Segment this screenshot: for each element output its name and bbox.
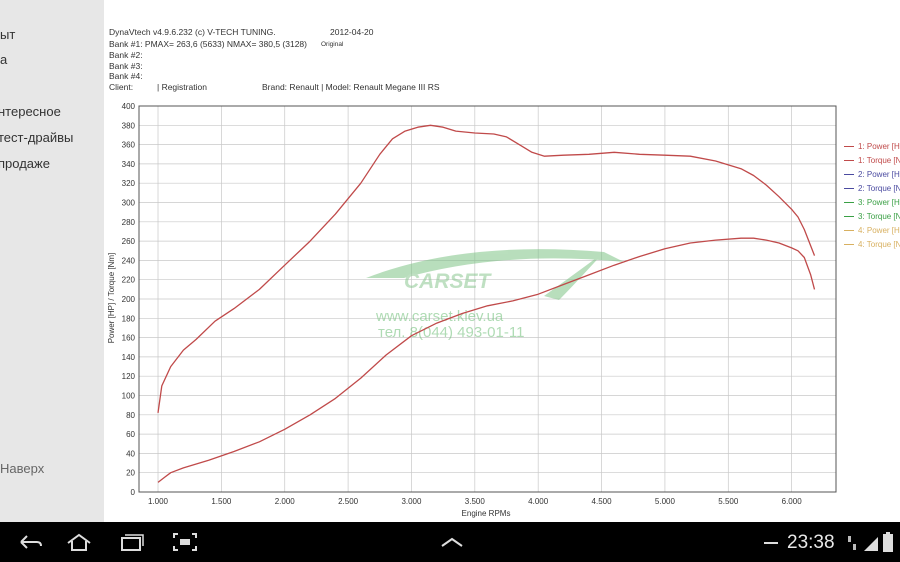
y-tick-label: 80 (126, 411, 135, 420)
y-tick-label: 320 (122, 179, 136, 188)
legend-item: 4: Power [H (844, 226, 900, 235)
x-tick-label: 5.500 (718, 497, 739, 506)
y-tick-label: 0 (131, 488, 136, 497)
legend-swatch (844, 146, 854, 148)
y-tick-label: 240 (122, 256, 136, 265)
y-axis-label: Power [HP] / Torque [Nm] (107, 253, 116, 344)
y-tick-label: 200 (122, 295, 136, 304)
chart-grid (139, 105, 836, 493)
recent-apps-icon[interactable] (116, 531, 146, 553)
sidebar: ыт а нтересное тест-драйвы продаже Навер… (0, 0, 105, 522)
system-navigation-bar: 23:38 (0, 522, 900, 562)
sidebar-item-partial-2[interactable]: а (0, 52, 7, 67)
back-to-top-link[interactable]: Наверх (0, 461, 44, 476)
x-tick-label: 5.000 (655, 497, 676, 506)
y-tick-label: 220 (122, 276, 136, 285)
back-icon[interactable] (15, 531, 45, 553)
sidebar-item-test-drives[interactable]: тест-драйвы (0, 130, 73, 145)
legend-swatch (844, 244, 854, 246)
y-tick-label: 40 (126, 449, 135, 458)
y-tick-label: 100 (122, 392, 136, 401)
legend-item: 4: Torque [N (844, 240, 900, 249)
y-tick-label: 380 (122, 121, 136, 130)
legend-label: 4: Torque [N (858, 240, 900, 249)
battery-icon (883, 532, 893, 552)
legend-label: 3: Power [H (858, 198, 900, 207)
legend-label: 1: Power [H (858, 142, 900, 151)
x-tick-label: 4.000 (528, 497, 549, 506)
y-tick-label: 180 (122, 314, 136, 323)
dyno-report: DynaVtech v4.9.6.232 (c) V-TECH TUNING. … (104, 0, 900, 522)
legend-swatch (844, 202, 854, 204)
x-tick-label: 2.000 (275, 497, 296, 506)
legend-item: 1: Torque [N (844, 156, 900, 165)
y-tick-label: 20 (126, 469, 135, 478)
status-time: 23:38 (787, 532, 835, 553)
watermark-swoosh-right (544, 252, 604, 300)
x-tick-label: 1.000 (148, 497, 169, 506)
x-tick-label: 1.500 (211, 497, 232, 506)
legend-swatch (844, 160, 854, 162)
legend-label: 2: Power [H (858, 170, 900, 179)
legend-swatch (844, 174, 854, 176)
legend-item: 2: Torque [N (844, 184, 900, 193)
y-tick-label: 160 (122, 334, 136, 343)
x-tick-label: 3.000 (401, 497, 422, 506)
x-tick-label: 4.500 (592, 497, 613, 506)
watermark-phone: тел. 8(044) 493-01-11 (378, 324, 524, 341)
legend-item: 3: Power [H (844, 198, 900, 207)
legend-item: 1: Power [H (844, 142, 900, 151)
watermark-logo: CARSET (404, 270, 493, 293)
y-tick-label: 340 (122, 160, 136, 169)
home-icon[interactable] (64, 531, 94, 553)
y-tick-label: 140 (122, 353, 136, 362)
y-tick-label: 360 (122, 141, 136, 150)
carset-watermark: CARSET www.carset.kiev.ua тел. 8(044) 49… (366, 249, 624, 341)
network-type-icon (848, 536, 856, 550)
y-tick-label: 280 (122, 218, 136, 227)
chart-series (157, 124, 816, 483)
legend-swatch (844, 188, 854, 190)
chevron-up-icon[interactable] (437, 531, 467, 553)
sidebar-item-partial-1[interactable]: ыт (0, 27, 15, 42)
screenshot-icon[interactable] (170, 531, 200, 553)
sidebar-item-for-sale[interactable]: продаже (0, 156, 50, 171)
legend-label: 2: Torque [N (858, 184, 900, 193)
legend-item: 3: Torque [N (844, 212, 900, 221)
legend-swatch (844, 216, 854, 218)
legend-label: 1: Torque [N (858, 156, 900, 165)
legend-swatch (844, 230, 854, 232)
legend-item: 2: Power [H (844, 170, 900, 179)
x-tick-label: 2.500 (338, 497, 359, 506)
legend-label: 4: Power [H (858, 226, 900, 235)
y-tick-label: 120 (122, 372, 136, 381)
chart-axes: 0 20 40 60 80 100 120 140 160 180 200 220 240 260 280 3… (122, 102, 837, 506)
sidebar-item-interesting[interactable]: нтересное (0, 104, 61, 119)
y-tick-label: 300 (122, 199, 136, 208)
signal-strength-icon (864, 537, 878, 551)
x-axis-label: Engine RPMs (462, 509, 511, 518)
y-tick-label: 260 (122, 237, 136, 246)
y-tick-label: 400 (122, 102, 136, 111)
x-tick-label: 6.000 (782, 497, 803, 506)
x-tick-label: 3.500 (465, 497, 486, 506)
y-tick-label: 60 (126, 430, 135, 439)
dyno-chart: CARSET www.carset.kiev.ua тел. 8(044) 49… (107, 102, 837, 518)
notification-dash-icon (764, 542, 778, 544)
legend-label: 3: Torque [N (858, 212, 900, 221)
